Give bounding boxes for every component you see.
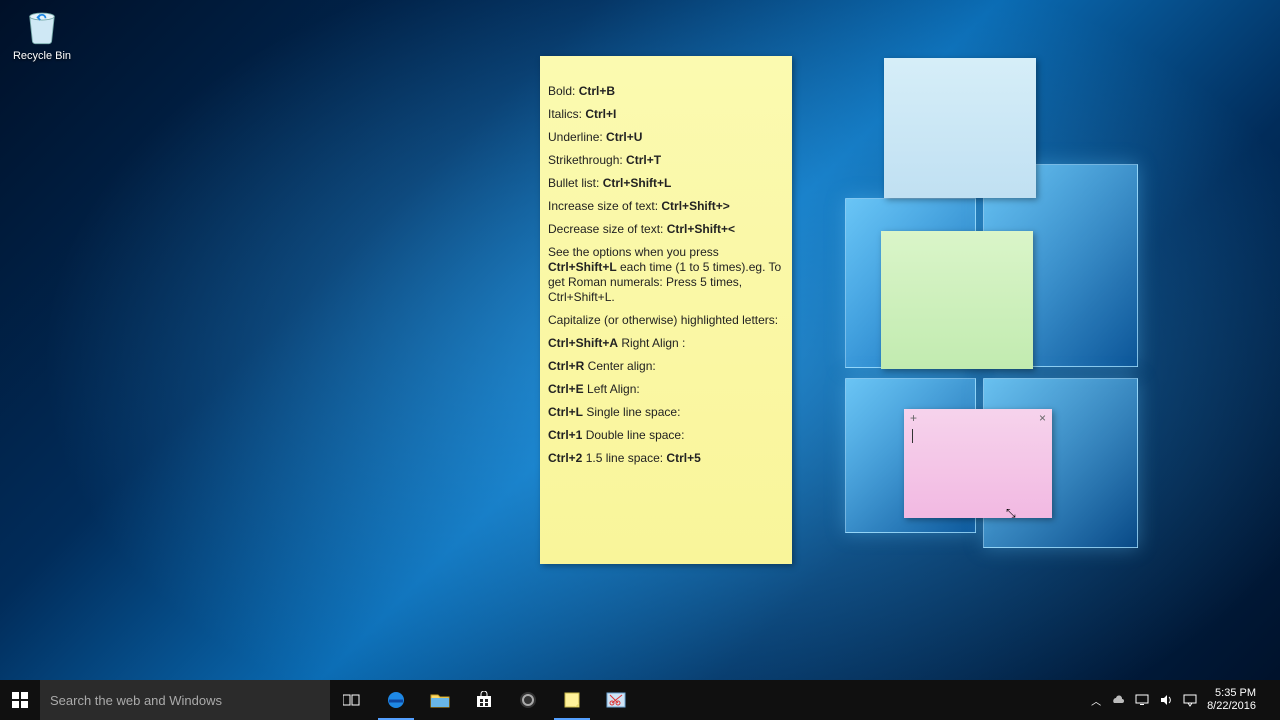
edge-icon xyxy=(386,690,406,710)
note-line: 1.5 line space: xyxy=(582,451,666,465)
store-icon xyxy=(475,691,493,709)
folder-icon xyxy=(430,692,450,708)
note-line: See the options when you press xyxy=(548,245,719,259)
hotkey: Ctrl+L xyxy=(548,405,583,419)
note-line: Italics: xyxy=(548,107,585,121)
hotkey: Ctrl+T xyxy=(626,153,661,167)
note-line: Capitalize (or otherwise) highlighted le… xyxy=(548,313,784,328)
volume-icon[interactable] xyxy=(1159,693,1173,707)
sticky-note-yellow-main[interactable]: Bold: Ctrl+B Italics: Ctrl+I Underline: … xyxy=(540,56,792,564)
delete-note-button[interactable]: × xyxy=(1039,411,1046,425)
taskbar-app-obs[interactable] xyxy=(506,680,550,720)
trash-icon xyxy=(21,6,63,48)
note-line: Center align: xyxy=(584,359,655,373)
taskbar-clock[interactable]: 5:35 PM 8/22/2016 xyxy=(1207,687,1256,712)
hotkey: Ctrl+R xyxy=(548,359,584,373)
hotkey: Ctrl+I xyxy=(585,107,616,121)
note-line: Bold: xyxy=(548,84,579,98)
windows-logo-icon xyxy=(12,692,28,708)
taskbar-pinned-apps xyxy=(330,680,638,720)
note-line: Right Align : xyxy=(618,336,685,350)
network-icon[interactable] xyxy=(1135,693,1149,707)
taskbar-app-sticky-notes[interactable] xyxy=(550,680,594,720)
task-view-button[interactable] xyxy=(330,680,374,720)
taskbar: Search the web and Windows xyxy=(0,680,1280,720)
note-line: Decrease size of text: xyxy=(548,222,667,236)
recycle-bin-label: Recycle Bin xyxy=(6,50,78,62)
onedrive-icon[interactable] xyxy=(1111,693,1125,707)
obs-icon xyxy=(519,691,537,709)
task-view-icon xyxy=(343,693,361,707)
taskbar-app-snipping-tool[interactable] xyxy=(594,680,638,720)
hotkey: Ctrl+B xyxy=(579,84,615,98)
start-button[interactable] xyxy=(0,680,40,720)
hotkey: Ctrl+Shift+< xyxy=(667,222,735,236)
sticky-note-pink[interactable]: + × xyxy=(904,409,1052,518)
note-line: Bullet list: xyxy=(548,176,603,190)
hotkey: Ctrl+5 xyxy=(666,451,700,465)
taskbar-app-store[interactable] xyxy=(462,680,506,720)
action-center-icon[interactable] xyxy=(1183,693,1197,707)
search-placeholder: Search the web and Windows xyxy=(50,693,222,708)
taskbar-app-file-explorer[interactable] xyxy=(418,680,462,720)
tray-overflow-button[interactable]: ︿ xyxy=(1091,693,1101,708)
note-line: Double line space: xyxy=(582,428,684,442)
desktop: Recycle Bin Bold: Ctrl+B Italics: Ctrl+I… xyxy=(0,0,1280,720)
system-tray: ︿ 5:35 PM 8/22/2016 xyxy=(1083,680,1280,720)
hotkey: Ctrl+1 xyxy=(548,428,582,442)
note-line: Increase size of text: xyxy=(548,199,661,213)
recycle-bin-icon[interactable]: Recycle Bin xyxy=(6,6,78,62)
new-note-button[interactable]: + xyxy=(910,411,917,425)
sticky-note-header: + × xyxy=(904,409,1052,427)
hotkey: Ctrl+2 xyxy=(548,451,582,465)
sticky-notes-icon xyxy=(563,691,581,709)
note-line: Left Align: xyxy=(584,382,640,396)
hotkey: Ctrl+U xyxy=(606,130,642,144)
hotkey: Ctrl+Shift+A xyxy=(548,336,618,350)
note-line: Strikethrough: xyxy=(548,153,626,167)
text-caret xyxy=(912,429,913,443)
clock-time: 5:35 PM xyxy=(1207,687,1256,700)
sticky-note-green[interactable] xyxy=(881,231,1033,369)
hotkey: Ctrl+Shift+L xyxy=(603,176,672,190)
search-input[interactable]: Search the web and Windows xyxy=(40,680,330,720)
hotkey: Ctrl+Shift+L xyxy=(548,260,617,274)
note-line: Single line space: xyxy=(583,405,680,419)
clock-date: 8/22/2016 xyxy=(1207,700,1256,713)
resize-cursor-icon: ⤡ xyxy=(1006,506,1016,521)
note-line: Underline: xyxy=(548,130,606,144)
scissors-icon xyxy=(606,692,626,708)
sticky-note-blue[interactable] xyxy=(884,58,1036,198)
hotkey: Ctrl+Shift+> xyxy=(661,199,729,213)
taskbar-app-edge[interactable] xyxy=(374,680,418,720)
hotkey: Ctrl+E xyxy=(548,382,584,396)
